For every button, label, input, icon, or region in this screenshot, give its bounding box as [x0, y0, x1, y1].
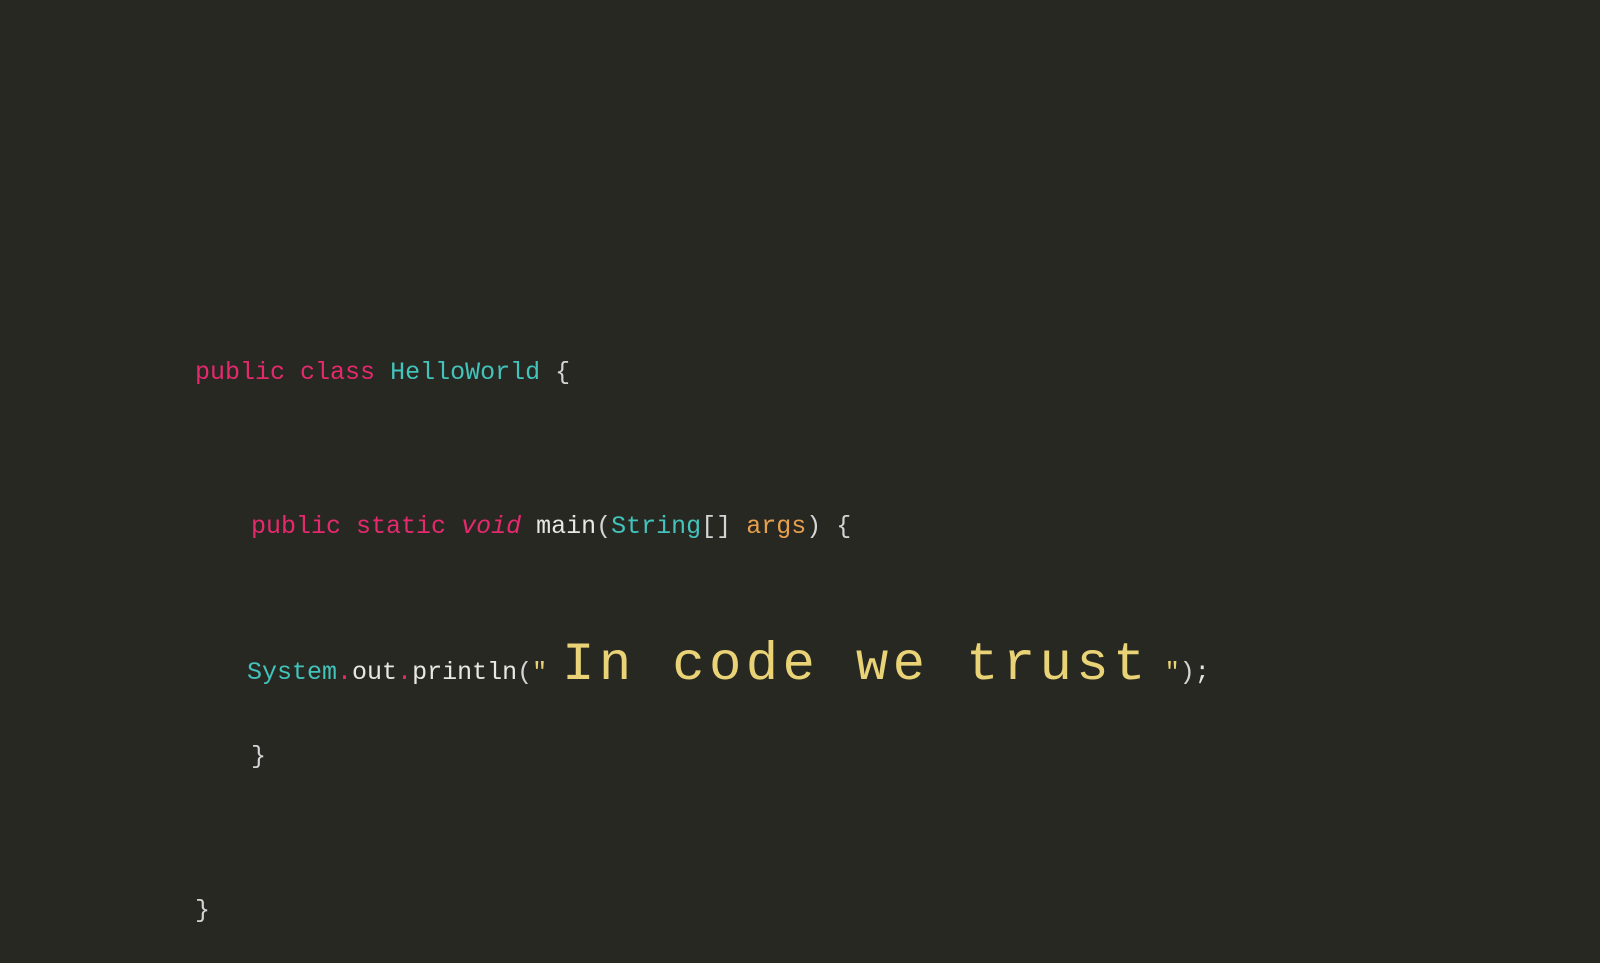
- keyword-static: static: [356, 512, 446, 541]
- keyword-public: public: [195, 358, 285, 387]
- code-line-3: System.out.println(" In code we trust ")…: [135, 628, 1210, 704]
- paren-open: (: [596, 512, 611, 541]
- field-out: out: [352, 655, 397, 690]
- class-name: HelloWorld: [390, 358, 540, 387]
- keyword-public: public: [251, 512, 341, 541]
- param-type: String: [611, 512, 701, 541]
- brace-close: }: [251, 742, 266, 771]
- keyword-void: void: [461, 512, 521, 541]
- code-line-4: }: [135, 704, 1210, 809]
- brackets: []: [701, 512, 731, 541]
- object-system: System: [247, 655, 337, 690]
- method-main: main: [536, 512, 596, 541]
- paren-close: ): [806, 512, 821, 541]
- param-name: args: [746, 512, 806, 541]
- string-message: In code we trust: [562, 628, 1150, 704]
- string-quote-close: ": [1150, 655, 1180, 690]
- code-line-1: public class HelloWorld {: [135, 320, 1210, 425]
- code-block: public class HelloWorld { public static …: [135, 320, 1210, 963]
- paren-open: (: [517, 655, 532, 690]
- code-line-blank: [135, 593, 1210, 628]
- paren-close: ): [1180, 655, 1195, 690]
- keyword-class: class: [300, 358, 375, 387]
- method-println: println: [412, 655, 517, 690]
- dot: .: [397, 655, 412, 690]
- code-line-blank: [135, 823, 1210, 858]
- dot: .: [337, 655, 352, 690]
- code-line-5: }: [135, 858, 1210, 963]
- brace-open: {: [540, 358, 570, 387]
- brace-open: {: [821, 512, 851, 541]
- code-line-2: public static void main(String[] args) {: [135, 474, 1210, 579]
- string-quote-open: ": [532, 655, 562, 690]
- semicolon: ;: [1195, 655, 1210, 690]
- code-line-blank: [135, 439, 1210, 474]
